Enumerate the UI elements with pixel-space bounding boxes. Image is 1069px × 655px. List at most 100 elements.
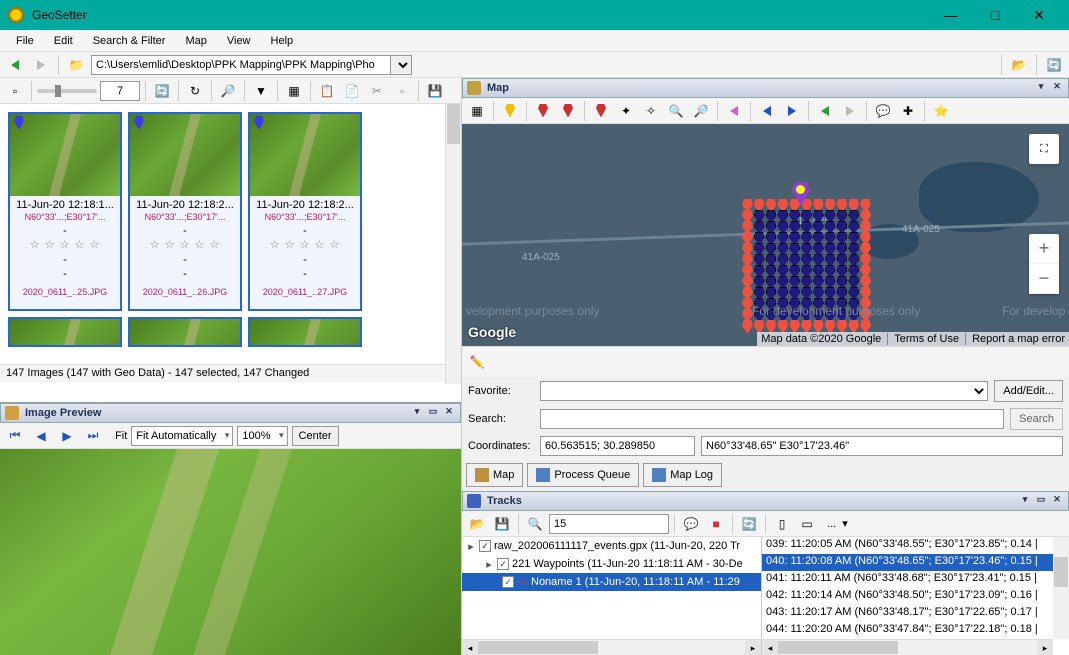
map-search-button[interactable]: Search — [1010, 408, 1063, 430]
tree-track-row[interactable]: ✓ — Noname 1 (11-Jun-20, 11:18:11 AM - 1… — [462, 573, 761, 591]
thumbnail-item[interactable] — [128, 317, 242, 347]
thumbnail-item[interactable] — [248, 317, 362, 347]
tracks-header[interactable]: Tracks ▾ ▭ ✕ — [462, 491, 1069, 511]
thumb-size-spin[interactable]: 7 — [100, 81, 140, 101]
map-tool-comment[interactable]: 💬 — [872, 100, 894, 122]
menu-map[interactable]: Map — [175, 32, 216, 50]
map-nav-prev[interactable] — [756, 100, 778, 122]
tracks-menu-button[interactable]: ▾ — [1018, 494, 1032, 508]
path-input[interactable] — [91, 55, 391, 75]
thumbnail-item[interactable]: 11-Jun-20 12:18:2... N60°33'...;E30°17'.… — [128, 112, 242, 311]
panel-menu-button[interactable]: ▾ — [410, 406, 424, 420]
tab-map[interactable]: Map — [466, 463, 523, 487]
thumb-save[interactable]: 💾 — [424, 80, 446, 102]
tracks-point-list[interactable]: 039: 11:20:05 AM (N60°33'48.55"; E30°17'… — [762, 537, 1069, 655]
preview-prev-button[interactable]: ◀ — [30, 425, 52, 447]
map-menu-button[interactable]: ▾ — [1034, 81, 1048, 95]
map-nav-pink[interactable] — [723, 100, 745, 122]
path-dropdown[interactable] — [391, 55, 412, 75]
map-marker-assign[interactable] — [590, 100, 612, 122]
thumbnail-item[interactable]: 11-Jun-20 12:18:1... N60°33'...;E30°17'.… — [8, 112, 122, 311]
preview-first-button[interactable]: ⏮ — [4, 425, 26, 447]
close-button[interactable]: ✕ — [1017, 0, 1061, 30]
thumb-reload[interactable]: ↻ — [184, 80, 206, 102]
map-attribution[interactable]: Map data ©2020 Google Terms of Use Repor… — [757, 332, 1069, 346]
track-point-row[interactable]: 039: 11:20:05 AM (N60°33'48.55"; E30°17'… — [762, 537, 1069, 554]
map-tool-zoom-sel[interactable]: 🔍 — [665, 100, 687, 122]
add-edit-favorite-button[interactable]: Add/Edit... — [994, 380, 1063, 402]
coords-decimal-input[interactable] — [540, 436, 695, 456]
tree-hscroll[interactable]: ◂▸ — [462, 639, 761, 655]
tree-waypoints-row[interactable]: ▸✓ 221 Waypoints (11-Jun-20 11:18:11 AM … — [462, 555, 761, 573]
menu-help[interactable]: Help — [261, 32, 304, 50]
map-zoom-in[interactable]: + — [1029, 234, 1059, 264]
tracks-comment[interactable]: 💬 — [680, 513, 702, 535]
map-tool-favorite[interactable]: ⭐ — [930, 100, 952, 122]
tracks-save[interactable]: 💾 — [491, 513, 513, 535]
preview-last-button[interactable]: ⏭ — [82, 425, 104, 447]
tab-process-queue[interactable]: Process Queue — [527, 463, 639, 487]
center-button[interactable]: Center — [292, 426, 339, 446]
track-point-row[interactable]: 040: 11:20:08 AM (N60°33'48.65"; E30°17'… — [762, 554, 1069, 571]
tab-map-log[interactable]: Map Log — [643, 463, 722, 487]
tracks-close-button[interactable]: ✕ — [1050, 494, 1064, 508]
map-tool-zoom-all[interactable]: 🔎 — [690, 100, 712, 122]
map-back[interactable] — [814, 100, 836, 122]
thumb-paste[interactable]: 📄 — [341, 80, 363, 102]
track-point-row[interactable]: 041: 11:20:11 AM (N60°33'48.68"; E30°17'… — [762, 571, 1069, 588]
tracks-tree[interactable]: ▸✓ raw_202006111117_events.gpx (11-Jun-2… — [462, 537, 762, 655]
tracks-min-button[interactable]: ▭ — [1034, 494, 1048, 508]
folder-up-button[interactable]: 📁 — [65, 54, 87, 76]
map-fullscreen-button[interactable]: ⛶ — [1029, 134, 1059, 164]
image-preview-header[interactable]: Image Preview ▾ ▭ ✕ — [0, 403, 461, 423]
map-edit-button[interactable]: ✏️ — [466, 351, 488, 373]
map-canvas[interactable]: 41A-025 41A-025 41A-025 velopment purpos… — [462, 124, 1069, 346]
tracks-zoom[interactable]: 🔍 — [524, 513, 546, 535]
map-tool-multi2[interactable]: ✧ — [640, 100, 662, 122]
thumb-multi[interactable]: ▫ — [391, 80, 413, 102]
preview-next-button[interactable]: ▶ — [56, 425, 78, 447]
tracks-stop[interactable]: ■ — [705, 513, 727, 535]
track-point-row[interactable]: 044: 11:20:20 AM (N60°33'47.84"; E30°17'… — [762, 622, 1069, 639]
tracks-more[interactable]: ... — [827, 518, 836, 530]
tracks-spin[interactable]: 15 — [549, 514, 669, 534]
tracks-hscroll[interactable]: ◂▸ — [762, 639, 1053, 655]
thumb-cut[interactable]: ✂ — [366, 80, 388, 102]
tracks-view2[interactable]: ▭ — [796, 513, 818, 535]
map-tool-multi1[interactable]: ✦ — [615, 100, 637, 122]
thumb-size-slider[interactable] — [37, 89, 97, 93]
thumb-search[interactable]: 🔎 — [217, 80, 239, 102]
map-header[interactable]: Map ▾ ✕ — [462, 78, 1069, 98]
thumb-refresh[interactable]: 🔄 — [151, 80, 173, 102]
minimize-button[interactable]: — — [929, 0, 973, 30]
tree-file-row[interactable]: ▸✓ raw_202006111117_events.gpx (11-Jun-2… — [462, 537, 761, 555]
track-point-row[interactable]: 043: 11:20:17 AM (N60°33'48.17"; E30°17'… — [762, 605, 1069, 622]
tracks-view1[interactable]: ▯ — [771, 513, 793, 535]
tracks-vscroll[interactable] — [1053, 537, 1069, 639]
refresh-folder-button[interactable]: 🔄 — [1043, 54, 1065, 76]
thumbnail-scrollbar[interactable] — [445, 104, 461, 384]
map-zoom-out[interactable]: − — [1029, 264, 1059, 294]
panel-min-button[interactable]: ▭ — [426, 406, 440, 420]
open-folder-button[interactable]: 📂 — [1008, 54, 1030, 76]
map-marker-red-del[interactable] — [557, 100, 579, 122]
map-marker-red[interactable] — [532, 100, 554, 122]
map-tool-layers[interactable]: ▦ — [466, 100, 488, 122]
track-point-row[interactable]: 042: 11:20:14 AM (N60°33'48.50"; E30°17'… — [762, 588, 1069, 605]
menu-edit[interactable]: Edit — [44, 32, 83, 50]
map-tool-crosshair[interactable]: ✚ — [897, 100, 919, 122]
favorite-combo[interactable] — [540, 381, 988, 401]
thumb-tool-1[interactable]: ▫ — [4, 80, 26, 102]
menu-search-filter[interactable]: Search & Filter — [83, 32, 176, 50]
thumb-copy[interactable]: 📋 — [316, 80, 338, 102]
map-marker-yellow[interactable] — [499, 100, 521, 122]
thumb-filter[interactable]: ▼ — [250, 80, 272, 102]
zoom-select[interactable]: 100% — [237, 426, 287, 446]
preview-image[interactable] — [0, 449, 461, 655]
fit-mode-select[interactable]: Fit Automatically — [131, 426, 233, 446]
nav-fwd-button[interactable] — [30, 54, 52, 76]
menu-view[interactable]: View — [217, 32, 261, 50]
thumb-list-mode[interactable]: ▦ — [283, 80, 305, 102]
tracks-open[interactable]: 📂 — [466, 513, 488, 535]
map-close-button[interactable]: ✕ — [1050, 81, 1064, 95]
